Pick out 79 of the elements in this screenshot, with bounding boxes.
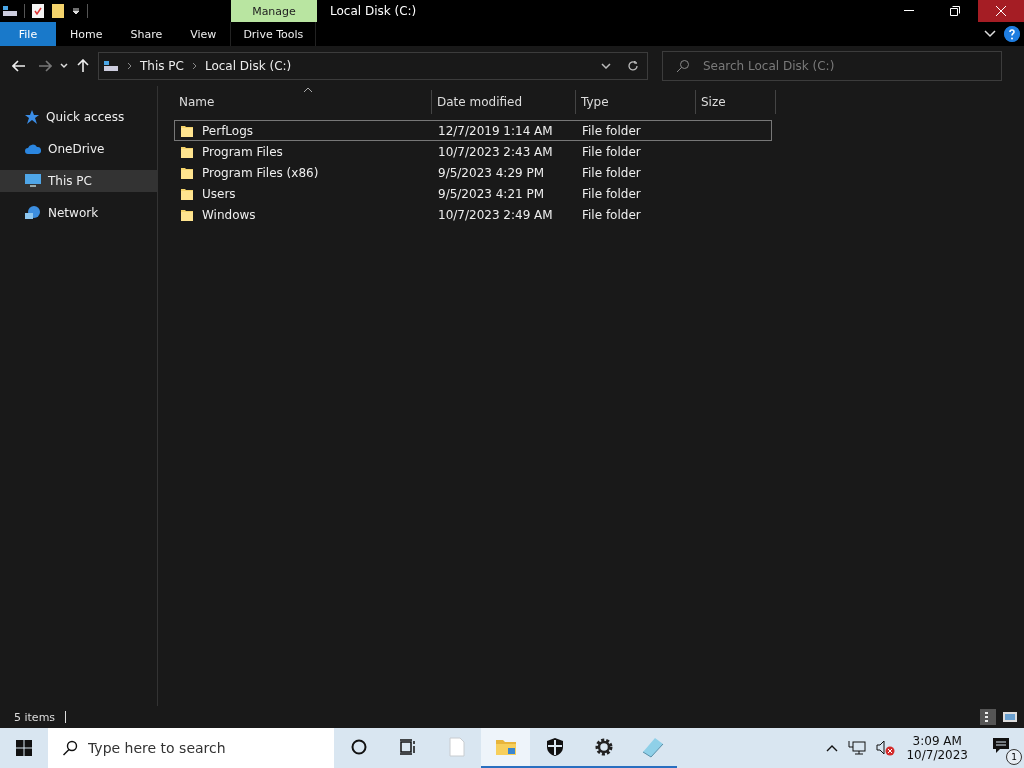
search-icon xyxy=(62,740,78,756)
forward-arrow-icon[interactable] xyxy=(38,60,52,72)
nav-item[interactable]: OneDrive xyxy=(0,138,157,160)
table-cell-text: File folder xyxy=(581,186,642,201)
ribbon-tab[interactable]: Home xyxy=(56,22,117,46)
folder-icon[interactable] xyxy=(494,738,517,756)
folder-icon xyxy=(180,144,194,159)
shield-icon[interactable] xyxy=(545,737,564,757)
cortana-icon[interactable] xyxy=(350,739,367,755)
table-cell-text: 9/5/2023 4:21 PM xyxy=(437,186,546,201)
search-icon xyxy=(676,59,690,73)
ribbon-tab[interactable]: View xyxy=(176,22,231,46)
minimize-icon[interactable] xyxy=(904,10,914,12)
show-hidden-icons-icon[interactable] xyxy=(826,744,839,752)
help-icon[interactable] xyxy=(1004,26,1020,42)
column-header[interactable]: Size xyxy=(696,90,776,114)
taskbar-search-field[interactable]: Type here to search xyxy=(48,728,334,768)
file-name[interactable]: PerfLogs xyxy=(202,123,254,138)
new-folder-icon[interactable] xyxy=(51,3,65,19)
nav-item[interactable]: Quick access xyxy=(0,106,157,128)
file-name[interactable]: Program Files (x86) xyxy=(202,165,319,180)
drive-icon xyxy=(2,4,18,18)
history-dropdown-icon[interactable] xyxy=(601,63,611,69)
sort-ascending-icon xyxy=(302,87,313,93)
file-name[interactable]: Users xyxy=(202,186,236,201)
gear-icon[interactable] xyxy=(593,737,614,757)
restore-icon[interactable] xyxy=(950,6,960,16)
window-title: Local Disk (C:) xyxy=(330,4,417,18)
properties-icon[interactable] xyxy=(31,3,45,19)
ribbon-tab[interactable]: Share xyxy=(116,22,177,46)
refresh-icon[interactable] xyxy=(627,60,639,72)
start-icon[interactable] xyxy=(16,740,32,756)
column-header[interactable]: Name xyxy=(174,90,432,114)
dropdown-icon[interactable] xyxy=(71,6,81,16)
muted-speaker-icon[interactable] xyxy=(876,740,897,756)
address-bar[interactable]: This PC Local Disk (C:) xyxy=(98,52,648,80)
table-cell-text: File folder xyxy=(581,165,642,180)
table-cell-text: File folder xyxy=(581,123,642,138)
table-cell-text: File folder xyxy=(581,207,642,222)
item-count: 5 items xyxy=(14,710,56,724)
context-tab-header: Manage xyxy=(231,0,317,22)
notification-icon[interactable] xyxy=(992,737,1010,755)
column-header[interactable]: Date modified xyxy=(432,90,576,114)
recent-locations-icon[interactable] xyxy=(60,63,68,69)
nav-item[interactable]: Network xyxy=(0,202,157,224)
details-view-icon[interactable] xyxy=(980,709,996,725)
file-name[interactable]: Windows xyxy=(202,207,256,222)
file-name[interactable]: Program Files xyxy=(202,144,283,159)
table-cell-text: 12/7/2019 1:14 AM xyxy=(437,123,554,138)
table-cell-text: File folder xyxy=(581,144,642,159)
monitor-icon xyxy=(24,173,42,189)
up-arrow-icon[interactable] xyxy=(77,59,89,73)
table-cell-text: 10/7/2023 2:49 AM xyxy=(437,207,554,222)
table-cell-text: 10/7/2023 2:43 AM xyxy=(437,144,554,159)
star-icon xyxy=(24,109,40,125)
expand-ribbon-icon[interactable] xyxy=(984,30,996,38)
close-icon[interactable] xyxy=(996,6,1006,16)
notification-count: 1 xyxy=(1006,749,1022,765)
chevron-icon xyxy=(127,62,132,70)
folder-icon xyxy=(180,186,194,201)
folder-icon xyxy=(180,207,194,222)
large-icons-view-icon[interactable] xyxy=(1002,709,1018,725)
clock[interactable]: 3:09 AM 10/7/2023 xyxy=(906,734,968,762)
column-header[interactable]: Type xyxy=(576,90,696,114)
back-arrow-icon[interactable] xyxy=(12,60,26,72)
folder-icon xyxy=(180,165,194,180)
drive-icon xyxy=(103,59,119,73)
nav-item[interactable]: This PC xyxy=(0,170,157,192)
table-cell-text: 9/5/2023 4:29 PM xyxy=(437,165,546,180)
folder-icon xyxy=(180,123,194,138)
search-field[interactable]: Search Local Disk (C:) xyxy=(662,51,1002,81)
cloud-icon xyxy=(24,143,42,155)
task-view-icon[interactable] xyxy=(398,739,417,755)
ribbon-tab[interactable]: File xyxy=(0,22,56,46)
breadcrumb[interactable]: This PC xyxy=(140,59,184,73)
breadcrumb[interactable]: Local Disk (C:) xyxy=(204,59,292,73)
network-icon[interactable] xyxy=(848,740,867,756)
network-icon xyxy=(24,205,42,221)
chevron-icon xyxy=(191,62,197,70)
